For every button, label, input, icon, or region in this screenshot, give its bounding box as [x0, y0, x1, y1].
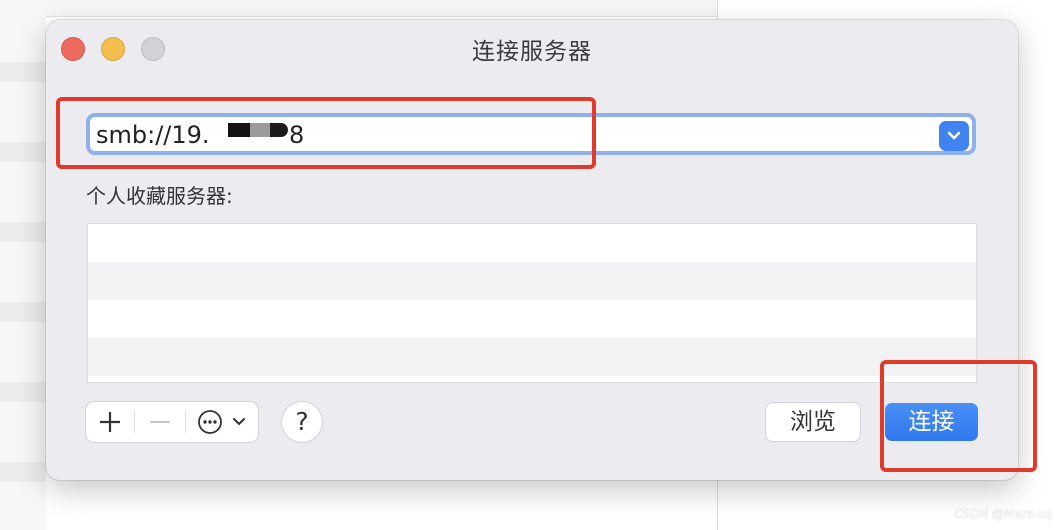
recent-servers-dropdown[interactable]: [939, 121, 969, 151]
more-actions-button[interactable]: [186, 402, 258, 442]
minus-icon: [150, 421, 170, 423]
browse-button[interactable]: 浏览: [766, 403, 860, 441]
watermark: CSDN @Mars-xq: [954, 507, 1052, 521]
favorites-label: 个人收藏服务器:: [86, 184, 233, 208]
list-item[interactable]: [88, 300, 976, 338]
background-row: [0, 302, 46, 322]
list-item[interactable]: [88, 338, 976, 376]
annotation-highlight-address: [56, 97, 596, 169]
background-window-header: [0, 0, 718, 17]
background-row: [0, 222, 46, 242]
list-item[interactable]: [88, 224, 976, 262]
remove-favorite-button[interactable]: [135, 402, 185, 442]
background-row: [0, 62, 46, 82]
help-button[interactable]: ?: [282, 402, 322, 442]
dialog-title: 连接服务器: [472, 39, 592, 65]
favorites-toolbar: [86, 402, 258, 442]
favorite-servers-list[interactable]: [87, 223, 977, 383]
background-row: [0, 142, 46, 162]
ellipsis-circle-icon: [198, 410, 245, 434]
chevron-down-icon: [947, 131, 961, 140]
add-favorite-button[interactable]: [86, 402, 134, 442]
background-row: [0, 462, 46, 482]
background-row: [0, 382, 46, 402]
list-item[interactable]: [88, 262, 976, 300]
annotation-highlight-connect: [880, 360, 1037, 472]
plus-icon: [100, 412, 120, 432]
connect-to-server-dialog: 连接服务器 smb://19. 8 个人收藏服务器: ? 浏览 连接: [46, 20, 1018, 480]
